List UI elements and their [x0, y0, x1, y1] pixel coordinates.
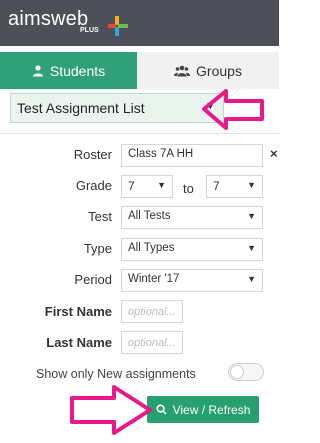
test-select[interactable]: All Tests ▼	[121, 206, 263, 229]
divider	[0, 133, 279, 134]
grade-from-select[interactable]: 7 ▼	[121, 175, 173, 198]
search-icon	[156, 404, 167, 415]
app-logo-sub: PLUS	[80, 27, 99, 34]
roster-value: Class 7A HH	[128, 148, 194, 160]
new-assignments-toggle[interactable]	[228, 363, 264, 381]
grade-label: Grade	[75, 178, 112, 193]
period-value: Winter '17	[128, 273, 180, 285]
tab-groups[interactable]: Groups	[137, 52, 279, 89]
view-select[interactable]: Test Assignment List ▼	[10, 93, 224, 123]
type-value: All Types	[128, 242, 175, 254]
type-select[interactable]: All Types ▼	[121, 238, 263, 261]
tab-bar: Students Groups	[0, 52, 279, 89]
annotation-arrow-button	[70, 385, 152, 435]
toggle-knob	[230, 365, 244, 379]
view-select-value: Test Assignment List	[17, 100, 145, 116]
view-refresh-label: View / Refresh	[172, 402, 251, 417]
first-name-field[interactable]: optional...	[121, 300, 183, 323]
first-name-label: First Name	[44, 304, 112, 319]
roster-label: Roster	[73, 147, 112, 162]
tab-groups-label: Groups	[196, 62, 242, 79]
app-header: aimsweb PLUS	[0, 0, 279, 46]
grade-to-select[interactable]: 7 ▼	[206, 175, 263, 198]
caret-down-icon: ▼	[247, 274, 256, 284]
grade-from-value: 7	[128, 179, 135, 193]
caret-down-icon: ▼	[247, 211, 256, 221]
type-label: Type	[83, 241, 112, 256]
app-logo-text: aimsweb	[8, 8, 89, 30]
caret-down-icon: ▼	[247, 180, 256, 190]
last-name-placeholder: optional...	[128, 337, 176, 349]
first-name-placeholder: optional...	[128, 306, 176, 318]
caret-down-icon: ▼	[247, 243, 256, 253]
clear-roster-icon[interactable]: ×	[270, 146, 278, 161]
caret-down-icon: ▼	[157, 180, 166, 190]
view-refresh-button[interactable]: View / Refresh	[147, 396, 259, 423]
person-icon	[32, 64, 43, 76]
logo-plus-icon	[108, 16, 128, 36]
grade-to-value: 7	[213, 179, 220, 193]
last-name-label: Last Name	[46, 335, 112, 350]
period-label: Period	[74, 272, 112, 287]
tab-students[interactable]: Students	[0, 52, 137, 89]
new-assignments-toggle-label: Show only New assignments	[36, 367, 196, 381]
period-select[interactable]: Winter '17 ▼	[121, 269, 263, 292]
test-label: Test	[88, 209, 112, 224]
caret-down-icon: ▼	[205, 100, 216, 112]
test-value: All Tests	[128, 210, 171, 222]
last-name-field[interactable]: optional...	[121, 331, 183, 354]
roster-field[interactable]: Class 7A HH	[121, 144, 263, 167]
tab-students-label: Students	[49, 62, 106, 79]
group-icon	[174, 65, 191, 76]
grade-to-label: to	[183, 181, 194, 196]
